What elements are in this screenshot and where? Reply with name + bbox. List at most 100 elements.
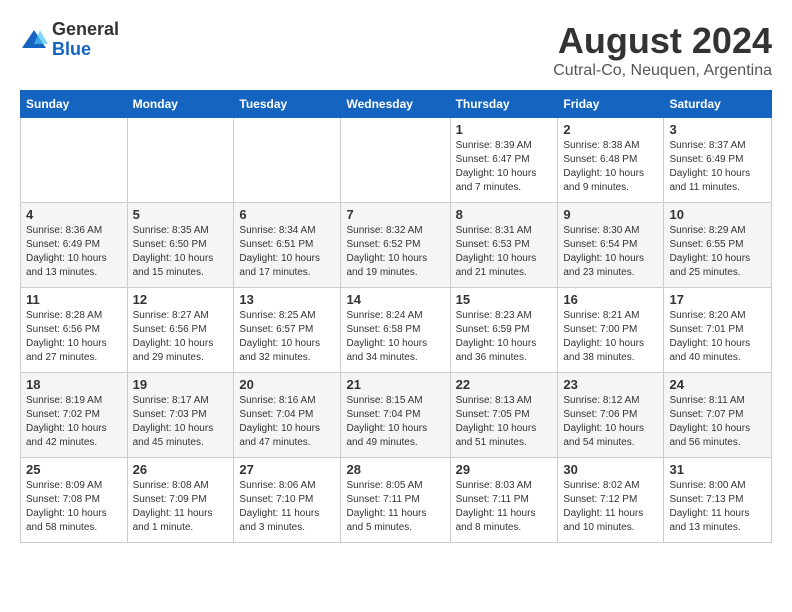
- day-number: 8: [456, 207, 553, 222]
- day-cell: 8 Sunrise: 8:31 AMSunset: 6:53 PMDaylight…: [450, 203, 558, 288]
- header-cell-saturday: Saturday: [664, 91, 772, 118]
- title-block: August 2024 Cutral-Co, Neuquen, Argentin…: [553, 20, 772, 80]
- day-number: 18: [26, 377, 122, 392]
- header-cell-monday: Monday: [127, 91, 234, 118]
- header-cell-wednesday: Wednesday: [341, 91, 450, 118]
- header-cell-sunday: Sunday: [21, 91, 128, 118]
- day-info: Sunrise: 8:08 AMSunset: 7:09 PMDaylight:…: [133, 479, 229, 535]
- day-number: 7: [346, 207, 444, 222]
- day-number: 3: [669, 122, 766, 137]
- day-info: Sunrise: 8:31 AMSunset: 6:53 PMDaylight:…: [456, 224, 553, 280]
- calendar-subtitle: Cutral-Co, Neuquen, Argentina: [553, 62, 772, 80]
- header-cell-tuesday: Tuesday: [234, 91, 341, 118]
- page-header: General Blue August 2024 Cutral-Co, Neuq…: [20, 20, 772, 80]
- day-number: 14: [346, 292, 444, 307]
- day-info: Sunrise: 8:34 AMSunset: 6:51 PMDaylight:…: [239, 224, 335, 280]
- day-number: 17: [669, 292, 766, 307]
- day-cell: 11 Sunrise: 8:28 AMSunset: 6:56 PMDayligh…: [21, 288, 128, 373]
- day-cell: 24Sunrise: 8:11 AMSunset: 7:07 PMDayligh…: [664, 373, 772, 458]
- day-cell: 19 Sunrise: 8:17 AMSunset: 7:03 PMDayligh…: [127, 373, 234, 458]
- day-cell: 14 Sunrise: 8:24 AMSunset: 6:58 PMDayligh…: [341, 288, 450, 373]
- logo-blue: Blue: [52, 40, 119, 60]
- day-number: 1: [456, 122, 553, 137]
- day-number: 30: [563, 462, 658, 477]
- day-info: Sunrise: 8:24 AMSunset: 6:58 PMDaylight:…: [346, 309, 444, 365]
- day-info: Sunrise: 8:16 AMSunset: 7:04 PMDaylight:…: [239, 394, 335, 450]
- logo-icon: [20, 26, 48, 54]
- day-info: Sunrise: 8:39 AMSunset: 6:47 PMDaylight:…: [456, 139, 553, 195]
- day-number: 5: [133, 207, 229, 222]
- day-number: 12: [133, 292, 229, 307]
- day-number: 11: [26, 292, 122, 307]
- header-row: SundayMondayTuesdayWednesdayThursdayFrid…: [21, 91, 772, 118]
- day-cell: 7Sunrise: 8:32 AMSunset: 6:52 PMDaylight…: [341, 203, 450, 288]
- day-cell: 17Sunrise: 8:20 AMSunset: 7:01 PMDayligh…: [664, 288, 772, 373]
- week-row-4: 18 Sunrise: 8:19 AMSunset: 7:02 PMDayligh…: [21, 373, 772, 458]
- week-row-5: 25 Sunrise: 8:09 AMSunset: 7:08 PMDayligh…: [21, 458, 772, 543]
- header-cell-thursday: Thursday: [450, 91, 558, 118]
- day-info: Sunrise: 8:00 AMSunset: 7:13 PMDaylight:…: [669, 479, 766, 535]
- day-number: 24: [669, 377, 766, 392]
- day-cell: 25 Sunrise: 8:09 AMSunset: 7:08 PMDayligh…: [21, 458, 128, 543]
- header-cell-friday: Friday: [558, 91, 664, 118]
- day-info: Sunrise: 8:03 AMSunset: 7:11 PMDaylight:…: [456, 479, 553, 535]
- day-cell: 23 Sunrise: 8:12 AMSunset: 7:06 PMDayligh…: [558, 373, 664, 458]
- day-number: 21: [346, 377, 444, 392]
- day-cell: 22 Sunrise: 8:13 AMSunset: 7:05 PMDayligh…: [450, 373, 558, 458]
- logo: General Blue: [20, 20, 119, 60]
- calendar-header: SundayMondayTuesdayWednesdayThursdayFrid…: [21, 91, 772, 118]
- day-info: Sunrise: 8:35 AMSunset: 6:50 PMDaylight:…: [133, 224, 229, 280]
- day-info: Sunrise: 8:21 AMSunset: 7:00 PMDaylight:…: [563, 309, 658, 365]
- day-cell: 29Sunrise: 8:03 AMSunset: 7:11 PMDayligh…: [450, 458, 558, 543]
- day-number: 2: [563, 122, 658, 137]
- calendar-body: 1 Sunrise: 8:39 AMSunset: 6:47 PMDaylight…: [21, 118, 772, 543]
- day-cell: 5 Sunrise: 8:35 AMSunset: 6:50 PMDaylight…: [127, 203, 234, 288]
- day-number: 13: [239, 292, 335, 307]
- day-info: Sunrise: 8:37 AMSunset: 6:49 PMDaylight:…: [669, 139, 766, 195]
- day-cell: 31 Sunrise: 8:00 AMSunset: 7:13 PMDayligh…: [664, 458, 772, 543]
- day-cell: 2 Sunrise: 8:38 AMSunset: 6:48 PMDaylight…: [558, 118, 664, 203]
- day-cell: 1 Sunrise: 8:39 AMSunset: 6:47 PMDaylight…: [450, 118, 558, 203]
- day-number: 23: [563, 377, 658, 392]
- day-info: Sunrise: 8:13 AMSunset: 7:05 PMDaylight:…: [456, 394, 553, 450]
- day-number: 6: [239, 207, 335, 222]
- day-number: 25: [26, 462, 122, 477]
- day-cell: 27Sunrise: 8:06 AMSunset: 7:10 PMDayligh…: [234, 458, 341, 543]
- day-info: Sunrise: 8:38 AMSunset: 6:48 PMDaylight:…: [563, 139, 658, 195]
- day-number: 15: [456, 292, 553, 307]
- day-cell: 20 Sunrise: 8:16 AMSunset: 7:04 PMDayligh…: [234, 373, 341, 458]
- day-info: Sunrise: 8:29 AMSunset: 6:55 PMDaylight:…: [669, 224, 766, 280]
- logo-general: General: [52, 20, 119, 40]
- day-cell: 15 Sunrise: 8:23 AMSunset: 6:59 PMDayligh…: [450, 288, 558, 373]
- week-row-1: 1 Sunrise: 8:39 AMSunset: 6:47 PMDaylight…: [21, 118, 772, 203]
- day-cell: 18 Sunrise: 8:19 AMSunset: 7:02 PMDayligh…: [21, 373, 128, 458]
- week-row-3: 11 Sunrise: 8:28 AMSunset: 6:56 PMDayligh…: [21, 288, 772, 373]
- day-info: Sunrise: 8:12 AMSunset: 7:06 PMDaylight:…: [563, 394, 658, 450]
- calendar-title: August 2024: [553, 20, 772, 62]
- day-info: Sunrise: 8:02 AMSunset: 7:12 PMDaylight:…: [563, 479, 658, 535]
- day-info: Sunrise: 8:06 AMSunset: 7:10 PMDaylight:…: [239, 479, 335, 535]
- day-cell: 26Sunrise: 8:08 AMSunset: 7:09 PMDayligh…: [127, 458, 234, 543]
- day-cell: [21, 118, 128, 203]
- day-cell: 12Sunrise: 8:27 AMSunset: 6:56 PMDayligh…: [127, 288, 234, 373]
- day-info: Sunrise: 8:19 AMSunset: 7:02 PMDaylight:…: [26, 394, 122, 450]
- day-number: 20: [239, 377, 335, 392]
- day-info: Sunrise: 8:28 AMSunset: 6:56 PMDaylight:…: [26, 309, 122, 365]
- logo-text: General Blue: [52, 20, 119, 60]
- day-cell: [341, 118, 450, 203]
- day-number: 4: [26, 207, 122, 222]
- day-info: Sunrise: 8:25 AMSunset: 6:57 PMDaylight:…: [239, 309, 335, 365]
- day-cell: 9Sunrise: 8:30 AMSunset: 6:54 PMDaylight…: [558, 203, 664, 288]
- day-cell: 28Sunrise: 8:05 AMSunset: 7:11 PMDayligh…: [341, 458, 450, 543]
- day-cell: 3 Sunrise: 8:37 AMSunset: 6:49 PMDaylight…: [664, 118, 772, 203]
- day-info: Sunrise: 8:09 AMSunset: 7:08 PMDaylight:…: [26, 479, 122, 535]
- day-number: 19: [133, 377, 229, 392]
- day-number: 9: [563, 207, 658, 222]
- day-info: Sunrise: 8:17 AMSunset: 7:03 PMDaylight:…: [133, 394, 229, 450]
- day-number: 10: [669, 207, 766, 222]
- day-cell: 30 Sunrise: 8:02 AMSunset: 7:12 PMDayligh…: [558, 458, 664, 543]
- day-info: Sunrise: 8:23 AMSunset: 6:59 PMDaylight:…: [456, 309, 553, 365]
- day-number: 31: [669, 462, 766, 477]
- day-number: 22: [456, 377, 553, 392]
- day-number: 16: [563, 292, 658, 307]
